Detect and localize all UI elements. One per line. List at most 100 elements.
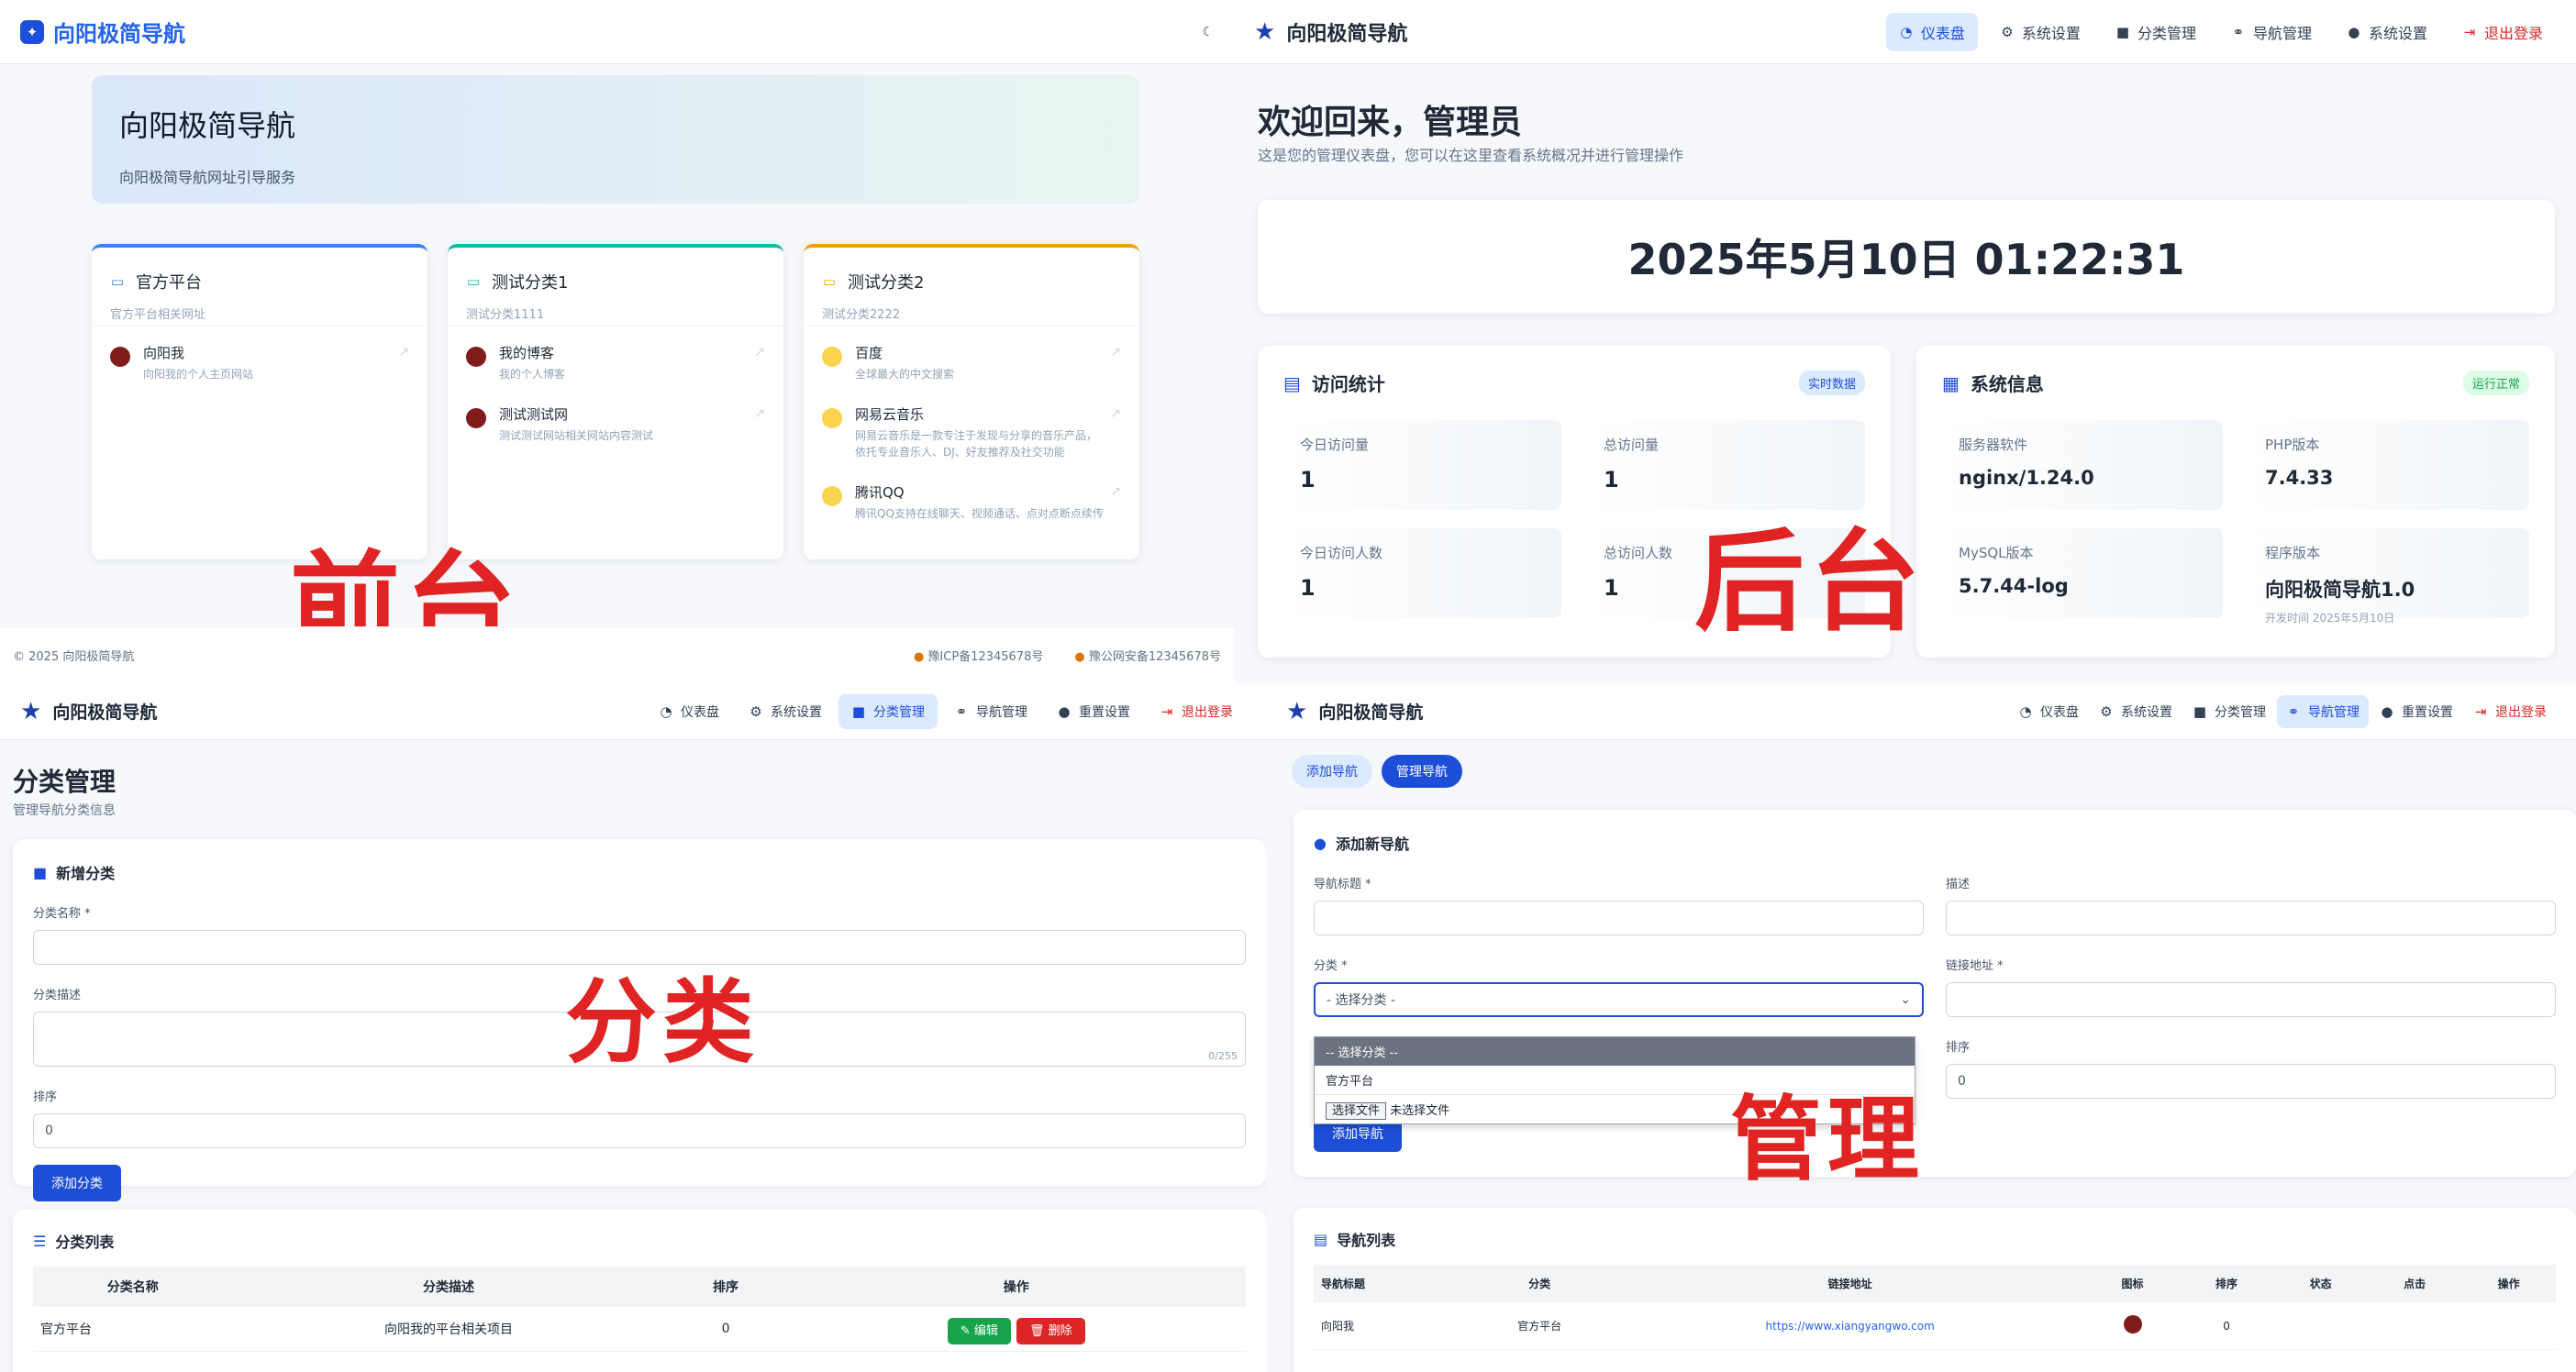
- edit-button[interactable]: ✎ 编辑: [947, 1317, 1011, 1344]
- nav-label: 系统设置: [771, 704, 822, 720]
- gauge-icon: ◔: [660, 703, 672, 720]
- desc-label: 描述: [1946, 878, 1971, 891]
- nav-label: 重置设置: [2402, 704, 2453, 720]
- delete-label: 删除: [1048, 1323, 1072, 1338]
- category-name-input[interactable]: [33, 930, 1246, 965]
- police-link[interactable]: ● 豫公网安备12345678号: [1074, 647, 1221, 664]
- col-header: 图标: [2085, 1265, 2180, 1302]
- site-name: 向阳我: [143, 345, 185, 361]
- category-select[interactable]: - 选择分类 - ⌄: [1314, 982, 1924, 1017]
- site-icon: [466, 347, 486, 367]
- choose-file-button[interactable]: 选择文件: [1326, 1102, 1387, 1120]
- nav-dashboard[interactable]: ◔ 仪表盘: [2009, 695, 2088, 728]
- stat-cell: 总访问量 1: [1587, 420, 1865, 510]
- nav-logout[interactable]: ⇥ 退出登录: [2464, 695, 2556, 728]
- stat-cell: 今日访问人数 1: [1283, 528, 1561, 618]
- sort-input[interactable]: 0: [33, 1113, 1246, 1148]
- category-title: 官方平台: [136, 273, 202, 293]
- nav-categories[interactable]: ■ 分类管理: [2103, 13, 2209, 51]
- admin-brand[interactable]: ★ 向阳极简导航: [1254, 17, 1407, 47]
- nav-system[interactable]: ● 系统设置: [2334, 13, 2440, 51]
- nav-settings[interactable]: ⚙ 系统设置: [736, 694, 835, 729]
- nav-title-input[interactable]: [1314, 901, 1924, 935]
- logout-icon: ⇥: [2463, 23, 2476, 40]
- nav-label: 系统设置: [2368, 24, 2427, 42]
- delete-button[interactable]: 🗑 删除: [1016, 1317, 1085, 1344]
- cell-actions: [2461, 1302, 2556, 1350]
- site-desc: 全球最大的中文搜索: [855, 368, 955, 381]
- nav-dashboard[interactable]: ◔ 仪表盘: [646, 694, 732, 729]
- nav-desc-input[interactable]: [1946, 901, 2556, 935]
- category-list: ☰ 分类列表 分类名称 分类描述 排序 操作 官方平台 向阳我的平台相关项目 0 ✎ 编…: [13, 1210, 1266, 1372]
- tab-manage-nav[interactable]: 管理导航: [1382, 755, 1462, 788]
- hero-banner: 向阳极简导航 向阳极简导航网址引导服务: [92, 75, 1139, 204]
- trash-icon: 🗑: [1028, 1323, 1049, 1338]
- nav-links[interactable]: ⚭ 导航管理: [941, 694, 1040, 729]
- panel-title: 访问统计: [1311, 373, 1385, 395]
- site-link[interactable]: 腾讯QQ 腾讯QQ支持在线聊天、视频通话、点对点断点续传 ↗: [804, 466, 1139, 527]
- nav-links[interactable]: ⚭ 导航管理: [2218, 13, 2325, 51]
- site-name: 百度: [855, 345, 883, 361]
- front-brand: 向阳极简导航: [53, 21, 185, 47]
- cell-title: 向阳我: [1314, 1302, 1465, 1350]
- hero-subtitle: 向阳极简导航网址引导服务: [119, 169, 296, 186]
- page-subtitle: 管理导航分类信息: [13, 803, 116, 818]
- nav-reset[interactable]: ● 重置设置: [1044, 694, 1143, 729]
- admin-brand[interactable]: ★ 向阳极简导航: [20, 698, 157, 725]
- cell-url[interactable]: https://www.xiangyangwo.com: [1615, 1302, 2086, 1350]
- nav-label: 仪表盘: [681, 704, 719, 720]
- cell-sort: 0: [2179, 1302, 2274, 1350]
- cell-desc: 向阳我的平台相关项目: [232, 1307, 665, 1352]
- nav-settings[interactable]: ⚙ 系统设置: [2090, 695, 2182, 728]
- site-icon: [822, 486, 842, 507]
- info-cell: PHP版本 7.4.33: [2248, 420, 2529, 510]
- cell-category: 官方平台: [1464, 1302, 1616, 1350]
- nav-admin-panel: ★ 向阳极简导航 ◔ 仪表盘 ⚙ 系统设置 ■ 分类管理 ⚭ 导航管理 ● 重置设置 ⇥ 退出…: [1266, 683, 2576, 1372]
- nav-settings[interactable]: ⚙ 系统设置: [1987, 13, 2093, 51]
- col-header: 导航标题: [1314, 1265, 1465, 1302]
- select-value: - 选择分类 -: [1327, 993, 1396, 1008]
- tab-add-nav[interactable]: 添加导航: [1292, 755, 1372, 788]
- site-link[interactable]: 我的博客 我的个人博客 ↗: [448, 326, 783, 388]
- sort-label: 排序: [1946, 1041, 1971, 1055]
- site-link[interactable]: 百度全球最大的中文搜索 ↗: [804, 326, 1139, 388]
- nav-sort-input[interactable]: 0: [1946, 1064, 2556, 1099]
- site-link[interactable]: 测试测试网 测试测试网站相关网站内容测试 ↗: [448, 388, 783, 449]
- nav-label: 导航管理: [976, 704, 1027, 720]
- dropdown-option[interactable]: -- 选择分类 --: [1315, 1037, 1915, 1066]
- front-header: ✦ 向阳极简导航 ☾: [0, 0, 1234, 64]
- admin-navbar: ★ 向阳极简导航 ◔ 仪表盘 ⚙ 系统设置 ■ 分类管理 ⚭ 导航管理 ● 重置设置 ⇥ 退出…: [0, 683, 1266, 740]
- nav-tabs: 添加导航 管理导航: [1292, 755, 1462, 788]
- nav-categories[interactable]: ■ 分类管理: [2183, 695, 2275, 728]
- link-icon: ⚭: [2232, 23, 2245, 40]
- front-logo[interactable]: ✦ 向阳极简导航: [20, 16, 185, 48]
- nav-logout[interactable]: ⇥ 退出登录: [2449, 13, 2556, 51]
- nav-reset[interactable]: ● 重置设置: [2371, 695, 2462, 728]
- chart-icon: ▤: [1283, 371, 1301, 394]
- add-category-button[interactable]: 添加分类: [33, 1165, 121, 1201]
- external-link-icon: ↗: [754, 345, 765, 360]
- folder-icon: ▭: [110, 273, 125, 290]
- stat-label: 今日访问人数: [1300, 545, 1383, 561]
- theme-toggle-icon[interactable]: ☾: [1202, 25, 1214, 39]
- external-link-icon: ↗: [754, 406, 765, 422]
- site-link[interactable]: 网易云音乐 网易云音乐是一款专注于发现与分享的音乐产品，依托专业音乐人、DJ、好友…: [804, 388, 1139, 466]
- site-link[interactable]: 向阳我 向阳我的个人主页网站 ↗: [92, 326, 427, 388]
- compass-icon: ✦: [20, 19, 44, 44]
- nav-categories[interactable]: ■ 分类管理: [838, 693, 938, 729]
- file-status: 未选择文件: [1390, 1104, 1450, 1118]
- nav-links[interactable]: ⚭ 导航管理: [2277, 694, 2369, 728]
- status-badge: 实时数据: [1798, 371, 1865, 395]
- icp-link[interactable]: ● 豫ICP备12345678号: [914, 647, 1043, 664]
- category-admin-panel: ★ 向阳极简导航 ◔ 仪表盘 ⚙ 系统设置 ■ 分类管理 ⚭ 导航管理 ● 重置设置 ⇥ 退出…: [0, 683, 1266, 1372]
- site-icon: [466, 408, 486, 429]
- nav-url-input[interactable]: [1946, 982, 2556, 1017]
- nav-logout[interactable]: ⇥ 退出登录: [1147, 694, 1246, 729]
- external-link-icon: ↗: [1110, 345, 1121, 360]
- title-label: 导航标题 *: [1314, 878, 1371, 891]
- copyright: © 2025 向阳极简导航: [13, 650, 135, 664]
- gauge-icon: ◔: [1900, 23, 1913, 40]
- admin-brand[interactable]: ★ 向阳极简导航: [1286, 698, 1423, 725]
- nav-dashboard[interactable]: ◔ 仪表盘: [1885, 12, 1978, 51]
- star-icon: ★: [1254, 17, 1276, 46]
